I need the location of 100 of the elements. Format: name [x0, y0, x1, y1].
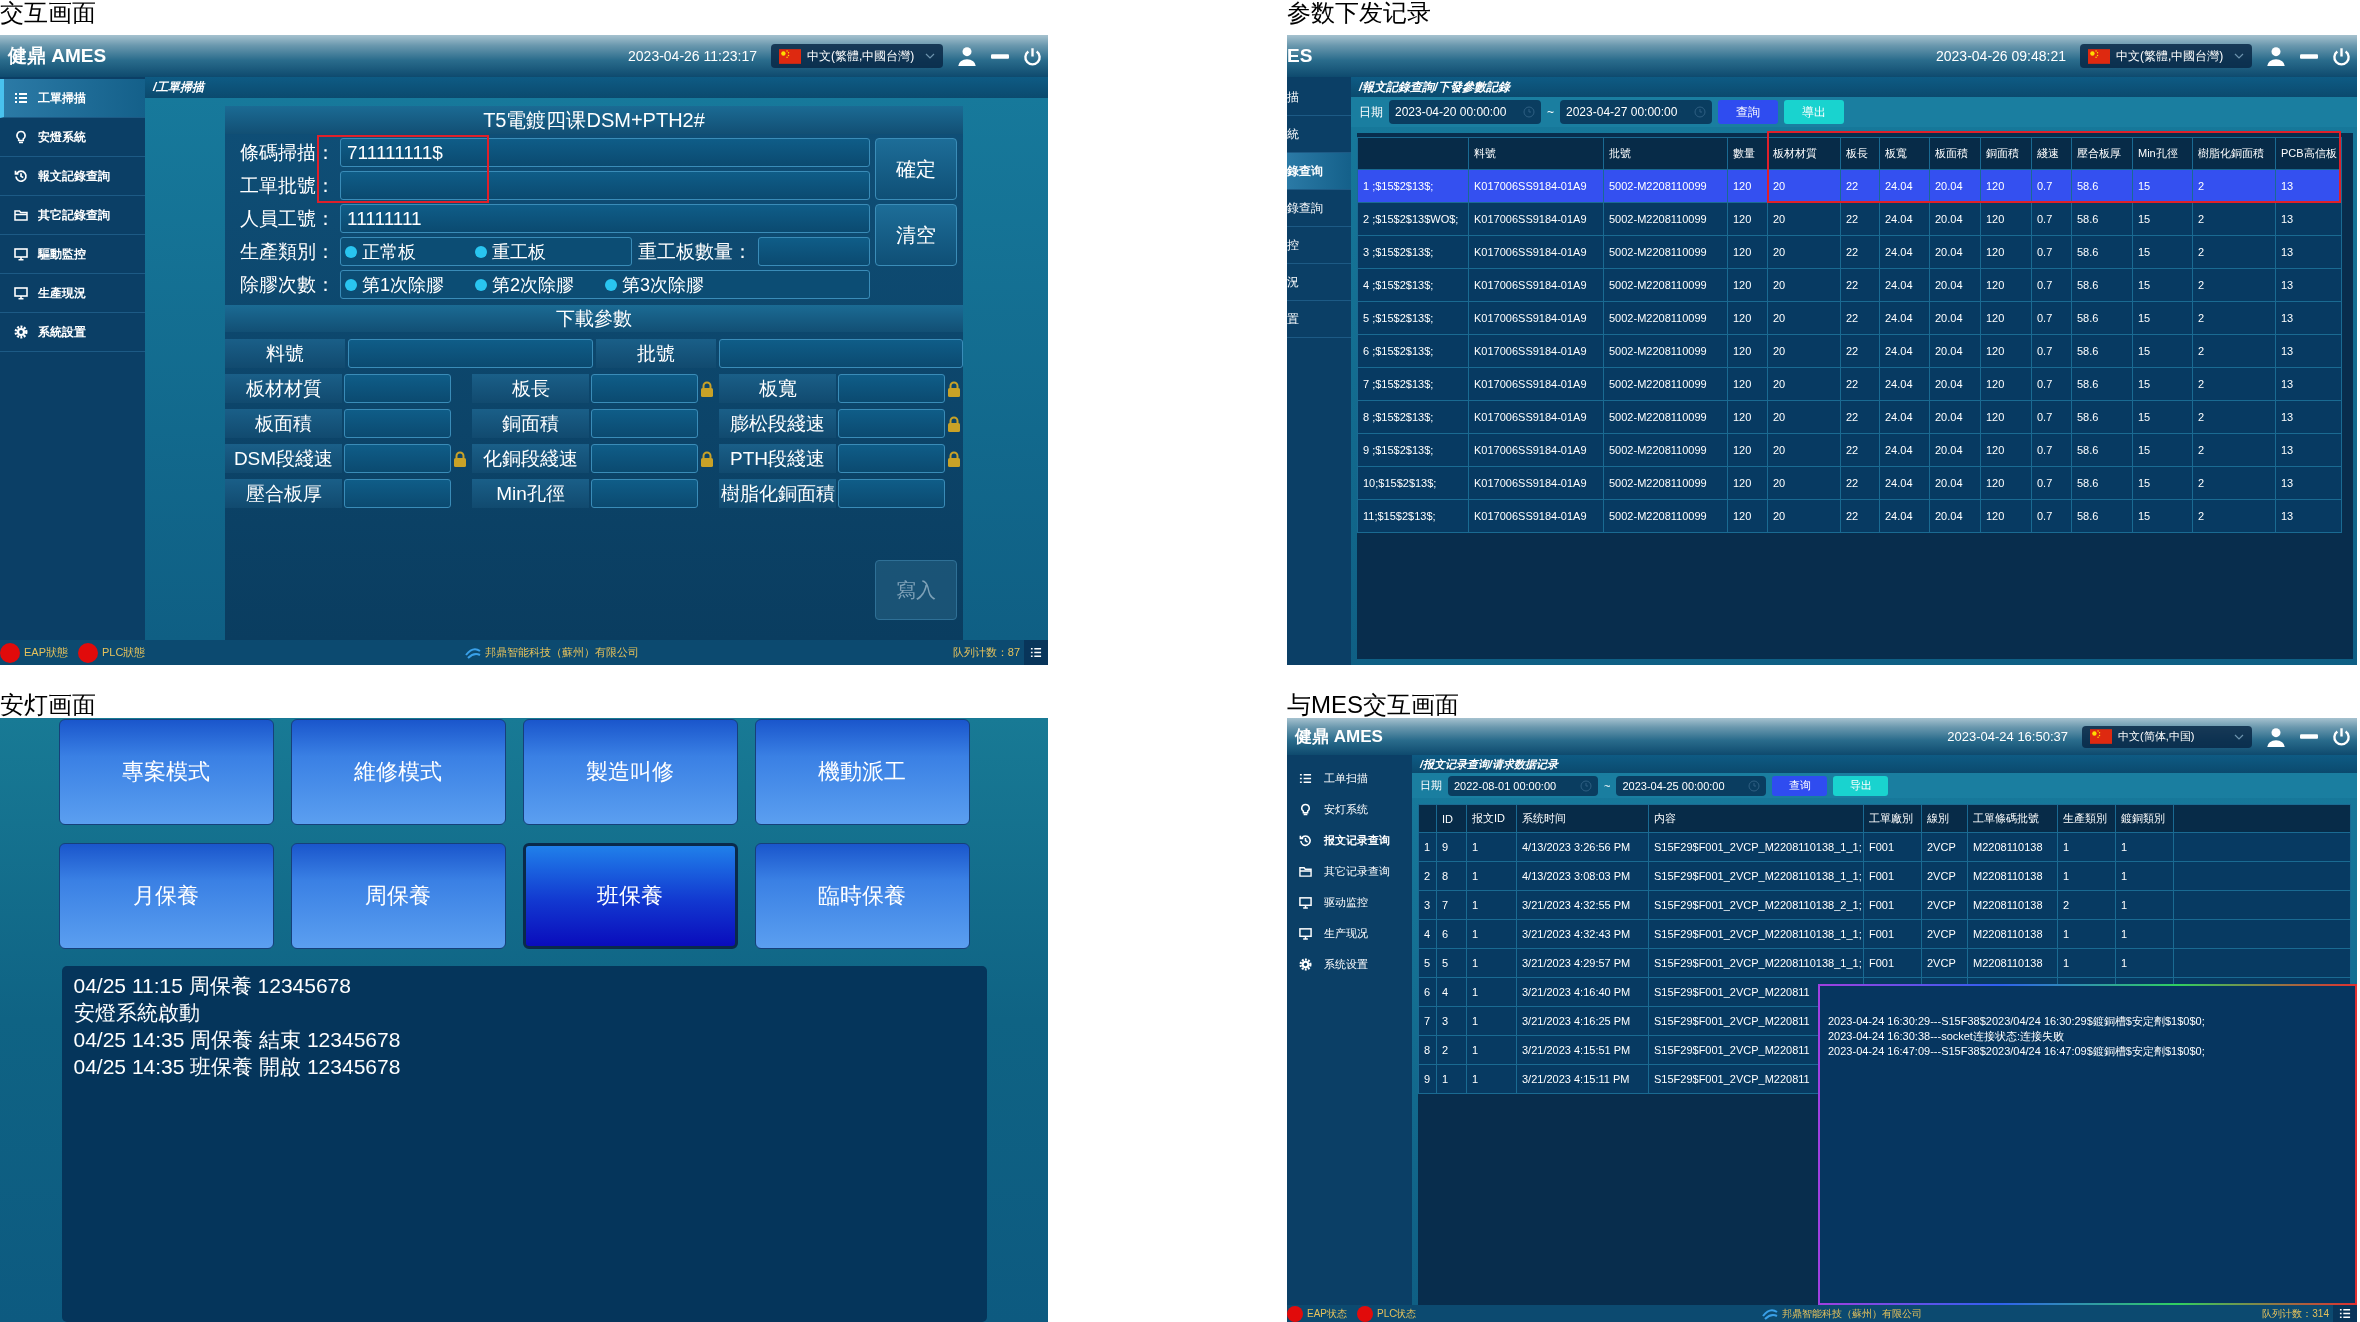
mode-button[interactable]: 臨時保養: [754, 843, 970, 949]
sidebar-item[interactable]: 安灯系统: [1287, 794, 1412, 825]
table-row[interactable]: 1 ;$15$2$13$; K017006SS9184-01A9 5002-M2208110099 120 20 22 24.04 20.04 120 0.7 58.6 15 2 13: [1357, 169, 2342, 203]
text-field[interactable]: [838, 444, 945, 473]
sidebar-item[interactable]: 錄查询: [1287, 153, 1351, 190]
mode-button[interactable]: 機動派工: [754, 719, 970, 825]
table-cell: 2: [1436, 1035, 1467, 1065]
text-field[interactable]: [344, 479, 451, 508]
menu-button[interactable]: [2333, 1305, 2357, 1322]
table-cell: 20.04: [1929, 235, 1981, 269]
mode-button[interactable]: 班保養: [522, 843, 738, 949]
table-row[interactable]: 3 ;$15$2$13$; K017006SS9184-01A9 5002-M2208110099 120 20 22 24.04 20.04 120 0.7 58.6 15 2 13: [1357, 235, 2342, 269]
date-field[interactable]: 2022-08-01 00:00:00: [1448, 775, 1598, 796]
table-cell: 5 ;$15$2$13$;: [1357, 301, 1469, 335]
sidebar-item[interactable]: 驱动监控: [1287, 887, 1412, 918]
table-row[interactable]: 6 ;$15$2$13$; K017006SS9184-01A9 5002-M2208110099 120 20 22 24.04 20.04 120 0.7 58.6 15 2 13: [1357, 334, 2342, 368]
sidebar-item[interactable]: 工单扫描: [1287, 763, 1412, 794]
user-icon[interactable]: [2266, 46, 2286, 66]
table-row[interactable]: 2 ;$15$2$13$WO$; K017006SS9184-01A9 5002-M2208110099 120 20 22 24.04 20.04 120 0.7 58.6 15 2 13: [1357, 202, 2342, 236]
text-field[interactable]: [591, 374, 698, 403]
field-label: 料號: [225, 339, 345, 368]
power-icon[interactable]: [2332, 46, 2351, 66]
text-field[interactable]: [838, 374, 945, 403]
table-row[interactable]: 5 5 1 3/21/2023 4:29:57 PM S15F29$F001_2VCP_M2208110138_1_1; F001 2VCP M2208110138 1 1: [1418, 948, 2351, 978]
text-field[interactable]: [758, 237, 870, 266]
table-row[interactable]: 2 8 1 4/13/2023 3:08:03 PM S15F29$F001_2VCP_M2208110138_1_1; F001 2VCP M2208110138 1 1: [1418, 861, 2351, 891]
sidebar-item[interactable]: 生产现况: [1287, 918, 1412, 949]
table-cell: 20.04: [1929, 433, 1981, 467]
minimize-icon[interactable]: [2300, 53, 2318, 59]
table-cell: M2208110138: [1967, 890, 2058, 920]
table-cell: 5002-M2208110099: [1603, 499, 1728, 533]
table-cell: 0.7: [2031, 367, 2072, 401]
sidebar-item[interactable]: 系统设置: [1287, 949, 1412, 980]
power-icon[interactable]: [1023, 46, 1042, 66]
mode-button[interactable]: 專案模式: [58, 719, 274, 825]
gear-icon: [14, 325, 28, 339]
table-row[interactable]: 9 ;$15$2$13$; K017006SS9184-01A9 5002-M2208110099 120 20 22 24.04 20.04 120 0.7 58.6 15 2 13: [1357, 433, 2342, 467]
text-field[interactable]: 711111111$: [340, 138, 870, 167]
status-label: PLC狀態: [102, 645, 146, 660]
table-row[interactable]: 4 ;$15$2$13$; K017006SS9184-01A9 5002-M2208110099 120 20 22 24.04 20.04 120 0.7 58.6 15 2 13: [1357, 268, 2342, 302]
mode-button[interactable]: 周保養: [290, 843, 506, 949]
table-cell: 11;$15$2$13$;: [1357, 499, 1469, 533]
table-row[interactable]: 11;$15$2$13$; K017006SS9184-01A9 5002-M2208110099 120 20 22 24.04 20.04 120 0.7 58.6 15 2 13: [1357, 499, 2342, 533]
menu-button[interactable]: [1024, 640, 1048, 665]
sidebar-item[interactable]: 报文记录查询: [1287, 825, 1412, 856]
text-field[interactable]: [344, 409, 451, 438]
sidebar-item[interactable]: 其它记录查询: [1287, 856, 1412, 887]
sidebar-item[interactable]: 工單掃描: [0, 79, 145, 118]
table-cell: 3/21/2023 4:32:43 PM: [1516, 919, 1649, 949]
query-button[interactable]: 查詢: [1718, 100, 1778, 124]
text-field[interactable]: [838, 479, 945, 508]
language-dropdown[interactable]: 中文(繁體,中國台灣): [2080, 44, 2252, 68]
table-row[interactable]: 7 ;$15$2$13$; K017006SS9184-01A9 5002-M2208110099 120 20 22 24.04 20.04 120 0.7 58.6 15 2 13: [1357, 367, 2342, 401]
radio-button[interactable]: 重工板: [475, 239, 605, 264]
user-icon[interactable]: [2266, 726, 2286, 747]
text-field[interactable]: [591, 409, 698, 438]
text-field[interactable]: 11111111: [340, 204, 870, 233]
date-field[interactable]: 2023-04-27 00:00:00: [1560, 100, 1712, 124]
radio-button[interactable]: 第2次除膠: [475, 272, 605, 297]
radio-button[interactable]: 第3次除膠: [605, 272, 735, 297]
minimize-icon[interactable]: [991, 53, 1009, 59]
text-field[interactable]: [344, 374, 451, 403]
table-row[interactable]: 10;$15$2$13$; K017006SS9184-01A9 5002-M2208110099 120 20 22 24.04 20.04 120 0.7 58.6 15 2 13: [1357, 466, 2342, 500]
text-field[interactable]: [718, 339, 963, 368]
text-field[interactable]: [591, 479, 698, 508]
field-label: 重工板數量：: [637, 239, 753, 264]
table-cell: 1: [1466, 1006, 1517, 1036]
table-row[interactable]: 3 7 1 3/21/2023 4:32:55 PM S15F29$F001_2VCP_M2208110138_2_1; F001 2VCP M2208110138 2 1: [1418, 890, 2351, 920]
minimize-icon[interactable]: [2300, 734, 2318, 739]
power-icon[interactable]: [2332, 727, 2351, 746]
action-button[interactable]: 確定: [875, 138, 957, 200]
clock-icon: [1694, 106, 1706, 118]
text-field[interactable]: [591, 444, 698, 473]
radio-button[interactable]: 正常板: [345, 239, 475, 264]
date-field[interactable]: 2023-04-20 00:00:00: [1389, 100, 1541, 124]
table-row[interactable]: 1 9 1 4/13/2023 3:26:56 PM S15F29$F001_2VCP_M2208110138_1_1; F001 2VCP M2208110138 1 1: [1418, 832, 2351, 862]
mode-button[interactable]: 製造叫修: [522, 719, 738, 825]
text-field[interactable]: [344, 444, 451, 473]
folder-icon: [1299, 865, 1312, 878]
text-field[interactable]: [340, 171, 870, 200]
mode-button[interactable]: 月保養: [58, 843, 274, 949]
date-label: 日期: [1420, 778, 1442, 793]
text-field[interactable]: [348, 339, 593, 368]
table-row[interactable]: 5 ;$15$2$13$; K017006SS9184-01A9 5002-M2208110099 120 20 22 24.04 20.04 120 0.7 58.6 15 2 13: [1357, 301, 2342, 335]
user-icon[interactable]: [957, 46, 977, 66]
table-cell: 1: [1466, 861, 1517, 891]
action-button[interactable]: 清空: [875, 204, 957, 266]
text-field[interactable]: [838, 409, 945, 438]
table-row[interactable]: 8 ;$15$2$13$; K017006SS9184-01A9 5002-M2208110099 120 20 22 24.04 20.04 120 0.7 58.6 15 2 13: [1357, 400, 2342, 434]
table-cell: 20.04: [1929, 202, 1981, 236]
language-dropdown[interactable]: 中文(简体,中国): [2082, 725, 2252, 748]
query-button[interactable]: 查询: [1772, 775, 1828, 796]
table-cell: 15: [2132, 334, 2193, 368]
mode-button[interactable]: 維修模式: [290, 719, 506, 825]
table-row[interactable]: 4 6 1 3/21/2023 4:32:43 PM S15F29$F001_2VCP_M2208110138_1_1; F001 2VCP M2208110138 1 1: [1418, 919, 2351, 949]
date-field[interactable]: 2023-04-25 00:00:00: [1616, 775, 1767, 796]
table-cell: 3/21/2023 4:15:11 PM: [1516, 1064, 1649, 1094]
table-cell: 24.04: [1879, 268, 1930, 302]
language-dropdown[interactable]: 中文(繁體,中國台灣): [771, 44, 943, 68]
radio-button[interactable]: 第1次除膠: [345, 272, 475, 297]
